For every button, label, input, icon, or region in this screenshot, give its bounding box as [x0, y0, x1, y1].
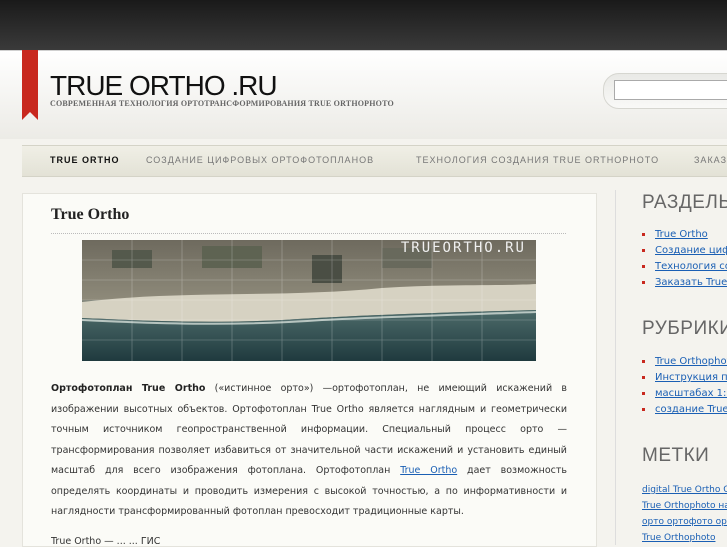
- tag-link[interactable]: True Orthophoto на: [642, 501, 727, 511]
- post-body: Ортофотоплан True Ortho («истинное орто»…: [51, 379, 567, 523]
- title-divider: [51, 233, 566, 234]
- tag-link[interactable]: орто ортофото орт: [642, 517, 727, 527]
- orthophoto-image: TRUEORTHO.RU: [82, 240, 536, 361]
- rubrics-list: True Orthophoto Инструкция по масштабах …: [642, 354, 727, 418]
- top-bar: [0, 0, 727, 50]
- sections-heading: РАЗДЕЛЫ: [642, 192, 727, 213]
- image-watermark: TRUEORTHO.RU: [400, 240, 526, 256]
- section-link[interactable]: Создание цифровых ортофотопланов: [655, 245, 727, 256]
- post-title[interactable]: True Ortho: [51, 206, 129, 224]
- rubric-link[interactable]: масштабах 1:5: [655, 388, 727, 399]
- section-link[interactable]: Заказать True Ortho: [655, 277, 727, 288]
- nav-item-technology[interactable]: ТЕХНОЛОГИЯ СОЗДАНИЯ TRUE ORTHOPHOTO: [416, 155, 659, 165]
- section-link[interactable]: True Ortho: [655, 229, 708, 240]
- rubric-item[interactable]: True Orthophoto: [642, 354, 727, 370]
- section-item[interactable]: Технология создания True Orthophoto: [642, 259, 727, 275]
- tag-link[interactable]: digital True Ortho О: [642, 485, 727, 495]
- nav-item-create-orthophotoplans[interactable]: СОЗДАНИЕ ЦИФРОВЫХ ОРТОФОТОПЛАНОВ: [146, 155, 374, 165]
- section-item[interactable]: Заказать True Ortho: [642, 275, 727, 291]
- rubric-link[interactable]: Инструкция по: [655, 372, 727, 383]
- site-description: СОВРЕМЕННАЯ ТЕХНОЛОГИЯ ОРТОТРАНСФОРМИРОВ…: [50, 99, 394, 108]
- true-ortho-link[interactable]: True Ortho: [400, 465, 457, 476]
- tag-link[interactable]: True Orthophoto: [642, 533, 715, 543]
- site-title[interactable]: TRUE ORTHO .RU: [50, 72, 278, 100]
- search-input[interactable]: [614, 80, 727, 100]
- nav-item-order[interactable]: ЗАКАЗ: [694, 155, 727, 165]
- main-nav: TRUE ORTHO СОЗДАНИЕ ЦИФРОВЫХ ОРТОФОТОПЛА…: [22, 145, 727, 177]
- tags-heading: МЕТКИ: [642, 445, 710, 466]
- rubric-item[interactable]: Инструкция по: [642, 370, 727, 386]
- rubric-link[interactable]: True Orthophoto: [655, 356, 727, 367]
- sidebar: РАЗДЕЛЫ True Ortho Создание цифровых орт…: [615, 190, 727, 545]
- nav-item-true-ortho[interactable]: TRUE ORTHO: [50, 155, 120, 165]
- rubric-item[interactable]: создание True: [642, 402, 727, 418]
- tag-cloud: digital True Ortho О True Orthophoto на …: [642, 482, 727, 545]
- section-item[interactable]: Создание цифровых ортофотопланов: [642, 243, 727, 259]
- ribbon-bookmark-icon: [22, 50, 38, 120]
- section-link[interactable]: Технология создания True Orthophoto: [655, 261, 727, 272]
- post-text-part-1: («истинное орто») —ортофотоплан, не имею…: [51, 383, 567, 476]
- section-item[interactable]: True Ortho: [642, 227, 727, 243]
- post-body-cutoff: True Ortho — ... ... ГИС: [51, 536, 161, 547]
- rubrics-heading: РУБРИКИ: [642, 318, 727, 339]
- post-lead-bold: Ортофотоплан True Ortho: [51, 383, 206, 394]
- rubric-link[interactable]: создание True: [655, 404, 727, 415]
- rubric-item-continued[interactable]: масштабах 1:5: [642, 386, 727, 402]
- sections-list: True Ortho Создание цифровых ортофотопла…: [642, 227, 727, 291]
